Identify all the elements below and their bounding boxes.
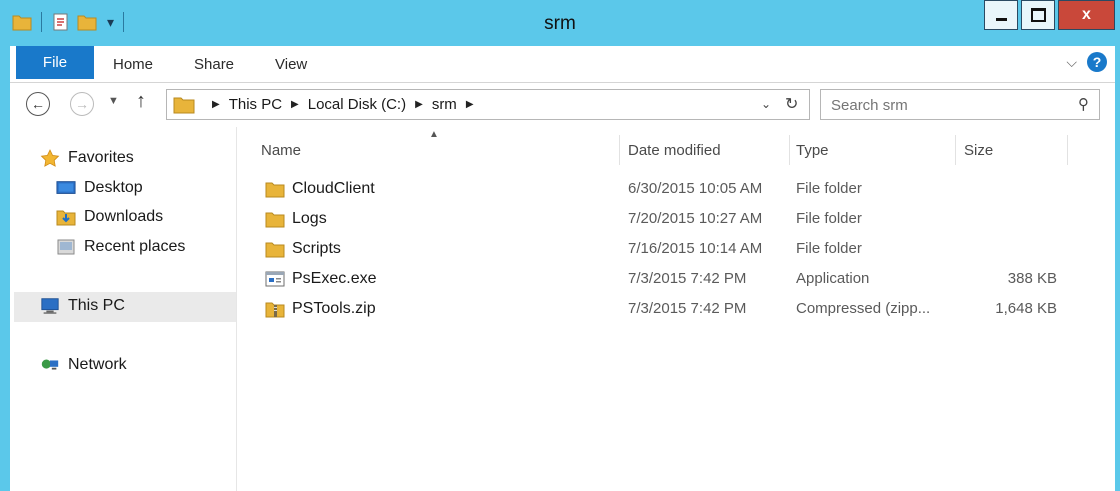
file-type: File folder bbox=[796, 240, 862, 257]
nav-label: Recent places bbox=[84, 238, 186, 255]
breadcrumb-srm[interactable]: srm bbox=[432, 96, 457, 113]
search-box[interactable]: ⚲ bbox=[820, 89, 1100, 120]
recent-locations-icon[interactable]: ▼ bbox=[108, 95, 119, 107]
folder-icon bbox=[265, 212, 285, 228]
tab-view[interactable]: View bbox=[275, 56, 307, 73]
file-name: PSTools.zip bbox=[292, 300, 376, 317]
folder-icon bbox=[173, 97, 195, 114]
close-button[interactable]: x bbox=[1058, 0, 1115, 30]
file-date: 7/3/2015 7:42 PM bbox=[628, 300, 747, 317]
desktop-icon bbox=[56, 179, 76, 197]
file-size: 388 KB bbox=[1007, 270, 1057, 287]
folder-icon bbox=[265, 182, 285, 198]
file-row[interactable]: PSTools.zip 7/3/2015 7:42 PM Compressed … bbox=[237, 294, 1067, 324]
file-type: File folder bbox=[796, 180, 862, 197]
network-icon bbox=[40, 356, 60, 374]
back-button[interactable]: ← bbox=[26, 92, 50, 116]
column-header-type[interactable]: Type bbox=[790, 135, 956, 165]
address-bar-row: ← → ▼ ↑ ▶ This PC ▶ Local Disk (C:) ▶ sr… bbox=[10, 83, 1115, 127]
expand-ribbon-icon[interactable]: ⌵ bbox=[1066, 54, 1077, 71]
file-size: 1,648 KB bbox=[995, 300, 1057, 317]
chevron-right-icon[interactable]: ▶ bbox=[212, 99, 220, 110]
breadcrumb: ▶ This PC ▶ Local Disk (C:) ▶ srm ▶ bbox=[203, 96, 483, 113]
tab-share[interactable]: Share bbox=[194, 56, 234, 73]
file-name: Scripts bbox=[292, 240, 341, 257]
up-button[interactable]: ↑ bbox=[136, 90, 146, 113]
search-input[interactable] bbox=[829, 94, 1063, 116]
file-name: CloudClient bbox=[292, 180, 375, 197]
help-icon[interactable]: ? bbox=[1087, 52, 1107, 72]
file-date: 7/20/2015 10:27 AM bbox=[628, 210, 763, 227]
file-row[interactable]: PsExec.exe 7/3/2015 7:42 PM Application … bbox=[237, 264, 1067, 294]
nav-item-desktop[interactable]: Desktop bbox=[56, 179, 143, 197]
chevron-right-icon[interactable]: ▶ bbox=[291, 99, 299, 110]
nav-label: Network bbox=[68, 356, 127, 373]
ribbon-tabs: File Home Share View ⌵ ? bbox=[10, 46, 1115, 83]
window-title: srm bbox=[544, 13, 576, 34]
title-bar: ▾ srm x bbox=[0, 0, 1120, 46]
file-name: Logs bbox=[292, 210, 327, 227]
nav-favorites[interactable]: Favorites bbox=[40, 149, 134, 167]
column-header-size[interactable]: Size bbox=[956, 135, 1068, 165]
nav-label: Downloads bbox=[84, 208, 164, 225]
nav-item-downloads[interactable]: Downloads bbox=[56, 208, 163, 226]
nav-network[interactable]: Network bbox=[40, 356, 127, 374]
chevron-right-icon[interactable]: ▶ bbox=[466, 99, 474, 110]
file-date: 7/16/2015 10:14 AM bbox=[628, 240, 763, 257]
tab-home[interactable]: Home bbox=[113, 56, 153, 73]
application-icon bbox=[265, 271, 285, 287]
search-icon[interactable]: ⚲ bbox=[1078, 95, 1089, 113]
file-type: Application bbox=[796, 270, 870, 287]
folder-icon bbox=[265, 242, 285, 258]
chevron-right-icon[interactable]: ▶ bbox=[415, 99, 423, 110]
tab-file[interactable]: File bbox=[16, 46, 94, 79]
window-border-right bbox=[1115, 0, 1120, 491]
minimize-icon bbox=[995, 17, 1007, 21]
file-date: 6/30/2015 10:05 AM bbox=[628, 180, 763, 197]
nav-label: Desktop bbox=[84, 179, 143, 196]
breadcrumb-local-disk[interactable]: Local Disk (C:) bbox=[308, 96, 406, 113]
file-row[interactable]: Scripts 7/16/2015 10:14 AM File folder bbox=[237, 234, 1067, 264]
minimize-button[interactable] bbox=[984, 0, 1018, 30]
forward-button[interactable]: → bbox=[70, 92, 94, 116]
arrow-left-icon: ← bbox=[31, 96, 45, 112]
file-list: ▲ Name Date modified Type Size CloudClie… bbox=[237, 127, 1115, 491]
chevron-down-icon[interactable]: ⌄ bbox=[761, 97, 771, 111]
maximize-icon bbox=[1030, 8, 1046, 22]
close-icon: x bbox=[1082, 6, 1091, 23]
breadcrumb-this-pc[interactable]: This PC bbox=[229, 96, 282, 113]
address-bar[interactable]: ▶ This PC ▶ Local Disk (C:) ▶ srm ▶ ⌄ ↻ bbox=[166, 89, 810, 120]
nav-label: Favorites bbox=[68, 149, 134, 166]
file-name: PsExec.exe bbox=[292, 270, 377, 287]
navigation-pane: Favorites Desktop Downloads Recent place… bbox=[10, 127, 237, 491]
recent-places-icon bbox=[56, 238, 76, 256]
ribbon-controls: ⌵ ? bbox=[1066, 52, 1107, 72]
nav-item-recent-places[interactable]: Recent places bbox=[56, 238, 185, 256]
file-type: File folder bbox=[796, 210, 862, 227]
file-row[interactable]: Logs 7/20/2015 10:27 AM File folder bbox=[237, 204, 1067, 234]
file-row[interactable]: CloudClient 6/30/2015 10:05 AM File fold… bbox=[237, 174, 1067, 204]
column-header-date-modified[interactable]: Date modified bbox=[620, 135, 790, 165]
window-border-left bbox=[0, 0, 10, 491]
nav-label: This PC bbox=[68, 297, 125, 314]
star-icon bbox=[40, 149, 60, 167]
arrow-right-icon: → bbox=[75, 96, 89, 112]
computer-icon bbox=[40, 297, 60, 315]
maximize-button[interactable] bbox=[1021, 0, 1055, 30]
refresh-icon[interactable]: ↻ bbox=[785, 94, 798, 114]
nav-this-pc[interactable]: This PC bbox=[40, 297, 125, 315]
zip-folder-icon bbox=[265, 302, 285, 318]
column-header-name[interactable]: Name bbox=[237, 135, 620, 165]
file-type: Compressed (zipp... bbox=[796, 300, 931, 317]
file-date: 7/3/2015 7:42 PM bbox=[628, 270, 747, 287]
downloads-icon bbox=[56, 208, 76, 226]
